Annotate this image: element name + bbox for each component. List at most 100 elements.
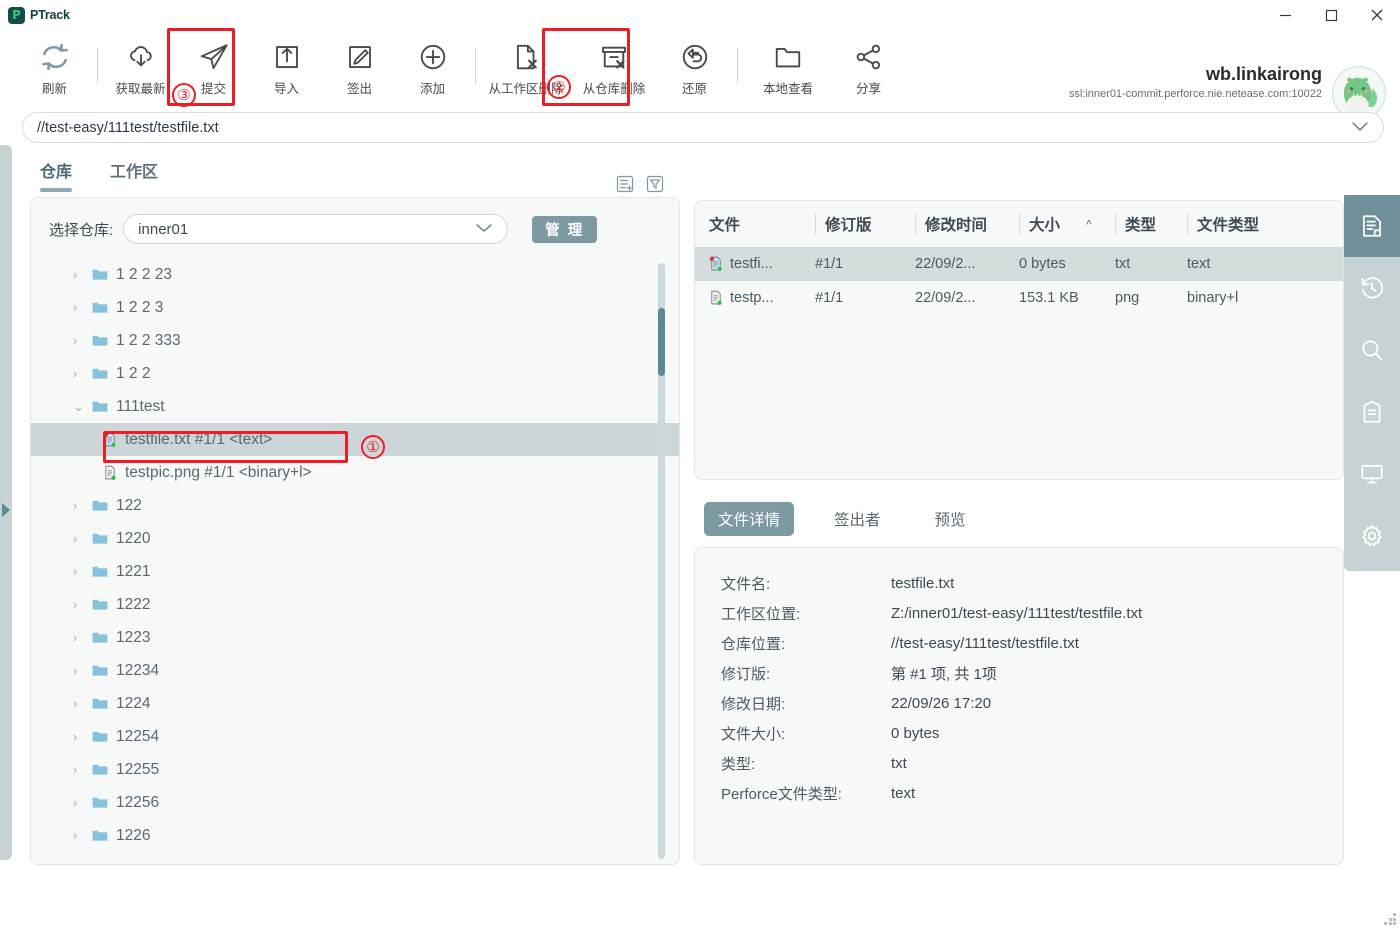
manage-button[interactable]: 管 理 bbox=[532, 215, 598, 243]
tree-folder-node[interactable]: › 1220 bbox=[31, 522, 679, 555]
account-username: wb.linkairong bbox=[1205, 64, 1322, 84]
minimize-button[interactable] bbox=[1262, 0, 1308, 30]
file-list-cell-type: png bbox=[1115, 290, 1140, 306]
chevron-right-icon[interactable]: › bbox=[73, 597, 84, 612]
close-button[interactable] bbox=[1354, 0, 1400, 30]
chevron-right-icon[interactable]: › bbox=[73, 696, 84, 711]
maximize-button[interactable] bbox=[1308, 0, 1354, 30]
chevron-right-icon[interactable]: › bbox=[73, 630, 84, 645]
chevron-down-icon[interactable]: ⌄ bbox=[73, 399, 84, 415]
chevron-right-icon[interactable]: › bbox=[73, 564, 84, 579]
depot-tree[interactable]: › 1 2 2 23 › 1 2 2 3 › 1 2 2 333 › 1 2 2 ⌄ 111tes… bbox=[31, 258, 679, 863]
file-details-panel: 文件名: testfile.txt 工作区位置: Z:/inner01/test-ea… bbox=[694, 547, 1344, 865]
tree-folder-node[interactable]: › 12254 bbox=[31, 720, 679, 753]
chevron-right-icon[interactable]: › bbox=[73, 333, 84, 348]
toolbar-button-add[interactable]: 添加 bbox=[396, 34, 469, 104]
tree-folder-node[interactable]: › 1224 bbox=[31, 687, 679, 720]
rail-button-monitor[interactable] bbox=[1344, 443, 1400, 505]
file-list-header: 文件 修订版 修改时间 大小 ^ 类型 文件类型 bbox=[695, 201, 1343, 247]
depot-path-bar[interactable]: //test-easy/111test/testfile.txt bbox=[22, 112, 1384, 143]
toolbar-button-import[interactable]: 导入 bbox=[250, 34, 323, 104]
filter-icon[interactable] bbox=[645, 174, 665, 194]
tree-file-node[interactable]: ✱ testfile.txt #1/1 <text> bbox=[31, 423, 679, 456]
file-list-column-header[interactable]: 修订版 bbox=[815, 213, 915, 235]
list-view-icon[interactable] bbox=[615, 174, 635, 194]
rail-button-settings[interactable] bbox=[1344, 505, 1400, 567]
tree-folder-node[interactable]: › 1 2 2 333 bbox=[31, 324, 679, 357]
rail-button-history[interactable] bbox=[1344, 257, 1400, 319]
tree-folder-node[interactable]: › 1222 bbox=[31, 588, 679, 621]
chevron-right-icon[interactable]: › bbox=[73, 663, 84, 678]
account-info[interactable]: wb.linkairong ssl:inner01-commit.perforc… bbox=[1069, 64, 1322, 100]
toolbar-divider bbox=[97, 48, 98, 84]
tree-node-label: 12254 bbox=[116, 727, 160, 745]
file-list-column-header[interactable]: 文件类型 bbox=[1187, 213, 1317, 235]
tree-folder-node[interactable]: › 1226 bbox=[31, 819, 679, 852]
repo-select-dropdown[interactable]: inner01 bbox=[123, 214, 509, 244]
tree-file-node[interactable]: testpic.png #1/1 <binary+l> bbox=[31, 456, 679, 489]
tree-scrollbar-thumb[interactable] bbox=[658, 308, 665, 376]
tree-scrollbar[interactable] bbox=[658, 263, 665, 859]
file-list-column-header[interactable]: 修改时间 bbox=[915, 213, 1019, 235]
expand-panel-arrow-icon[interactable] bbox=[2, 503, 10, 517]
left-collapsed-panel[interactable] bbox=[0, 145, 12, 860]
close-icon bbox=[1371, 9, 1383, 21]
import-box-icon bbox=[272, 41, 302, 73]
file-list-row[interactable]: ✱ testfi... #1/1 22/09/2... 0 bytes txt text bbox=[695, 247, 1343, 281]
tree-folder-node[interactable]: › 12255 bbox=[31, 753, 679, 786]
tab-checked-out-by[interactable]: 签出者 bbox=[820, 502, 895, 536]
document-details-icon bbox=[1363, 215, 1381, 237]
toolbar-button-revert[interactable]: 还原 bbox=[658, 34, 731, 104]
refresh-icon bbox=[40, 41, 70, 73]
toolbar-button-local-view[interactable]: 本地查看 bbox=[744, 34, 832, 104]
tab-depot[interactable]: 仓库 bbox=[40, 158, 73, 192]
chevron-right-icon[interactable]: › bbox=[73, 498, 84, 513]
file-list-column-header[interactable]: 类型 bbox=[1115, 213, 1187, 235]
file-list-cell-modified-time: 22/09/2... bbox=[915, 256, 976, 272]
toolbar-button-delete-from-depot[interactable]: 从仓库删除 bbox=[570, 34, 658, 104]
chevron-right-icon[interactable]: › bbox=[73, 729, 84, 744]
tree-folder-node[interactable]: › 1 2 2 23 bbox=[31, 258, 679, 291]
tree-folder-node[interactable]: ⌄ 111test bbox=[31, 390, 679, 423]
column-header-label: 修订版 bbox=[825, 217, 872, 234]
toolbar-button-share[interactable]: 分享 bbox=[832, 34, 905, 104]
folder-icon bbox=[92, 335, 108, 346]
maximize-icon bbox=[1325, 9, 1337, 21]
chevron-right-icon[interactable]: › bbox=[73, 366, 84, 381]
tree-node-label: testpic.png #1/1 <binary+l> bbox=[125, 463, 312, 481]
main-tabs: 仓库 工作区 bbox=[40, 158, 158, 192]
toolbar-button-refresh[interactable]: 刷新 bbox=[18, 34, 91, 104]
toolbar-button-checkout[interactable]: 签出 bbox=[323, 34, 396, 104]
chevron-right-icon[interactable]: › bbox=[73, 531, 84, 546]
file-list-body[interactable]: ✱ testfi... #1/1 22/09/2... 0 bytes txt text te… bbox=[695, 247, 1343, 315]
chevron-right-icon[interactable]: › bbox=[73, 828, 84, 843]
modified-file-icon: ✱ bbox=[709, 256, 722, 271]
file-list-row[interactable]: testp... #1/1 22/09/2... 153.1 KB png binary+… bbox=[695, 281, 1343, 315]
tab-workspace[interactable]: 工作区 bbox=[110, 158, 158, 192]
folder-icon bbox=[92, 797, 108, 808]
chevron-down-icon[interactable] bbox=[1351, 119, 1369, 137]
tab-preview[interactable]: 预览 bbox=[921, 502, 980, 536]
rail-button-details[interactable] bbox=[1344, 195, 1400, 257]
resize-grip[interactable] bbox=[1384, 913, 1396, 925]
toolbar-button-get-latest[interactable]: 获取最新 bbox=[104, 34, 177, 104]
rail-button-search[interactable] bbox=[1344, 319, 1400, 381]
file-list-column-header[interactable]: 大小 ^ bbox=[1019, 213, 1115, 235]
tree-folder-node[interactable]: › 1 2 2 bbox=[31, 357, 679, 390]
tab-file-details[interactable]: 文件详情 bbox=[704, 502, 795, 536]
tree-folder-node[interactable]: › 1223 bbox=[31, 621, 679, 654]
chevron-right-icon[interactable]: › bbox=[73, 795, 84, 810]
tree-folder-node[interactable]: › 1 2 2 3 bbox=[31, 291, 679, 324]
file-list-column-header[interactable]: 文件 bbox=[709, 213, 815, 235]
tree-folder-node[interactable]: › 1221 bbox=[31, 555, 679, 588]
chevron-right-icon[interactable]: › bbox=[73, 762, 84, 777]
rail-button-archive[interactable] bbox=[1344, 381, 1400, 443]
tree-tool-icons bbox=[615, 174, 665, 194]
chevron-right-icon[interactable]: › bbox=[73, 300, 84, 315]
tree-folder-node[interactable]: › 12256 bbox=[31, 786, 679, 819]
sort-ascending-icon[interactable]: ^ bbox=[1086, 219, 1092, 230]
tree-folder-node[interactable]: › 12234 bbox=[31, 654, 679, 687]
tree-folder-node[interactable]: › 122 bbox=[31, 489, 679, 522]
detail-key: 仓库位置: bbox=[721, 635, 786, 653]
chevron-right-icon[interactable]: › bbox=[73, 267, 84, 282]
